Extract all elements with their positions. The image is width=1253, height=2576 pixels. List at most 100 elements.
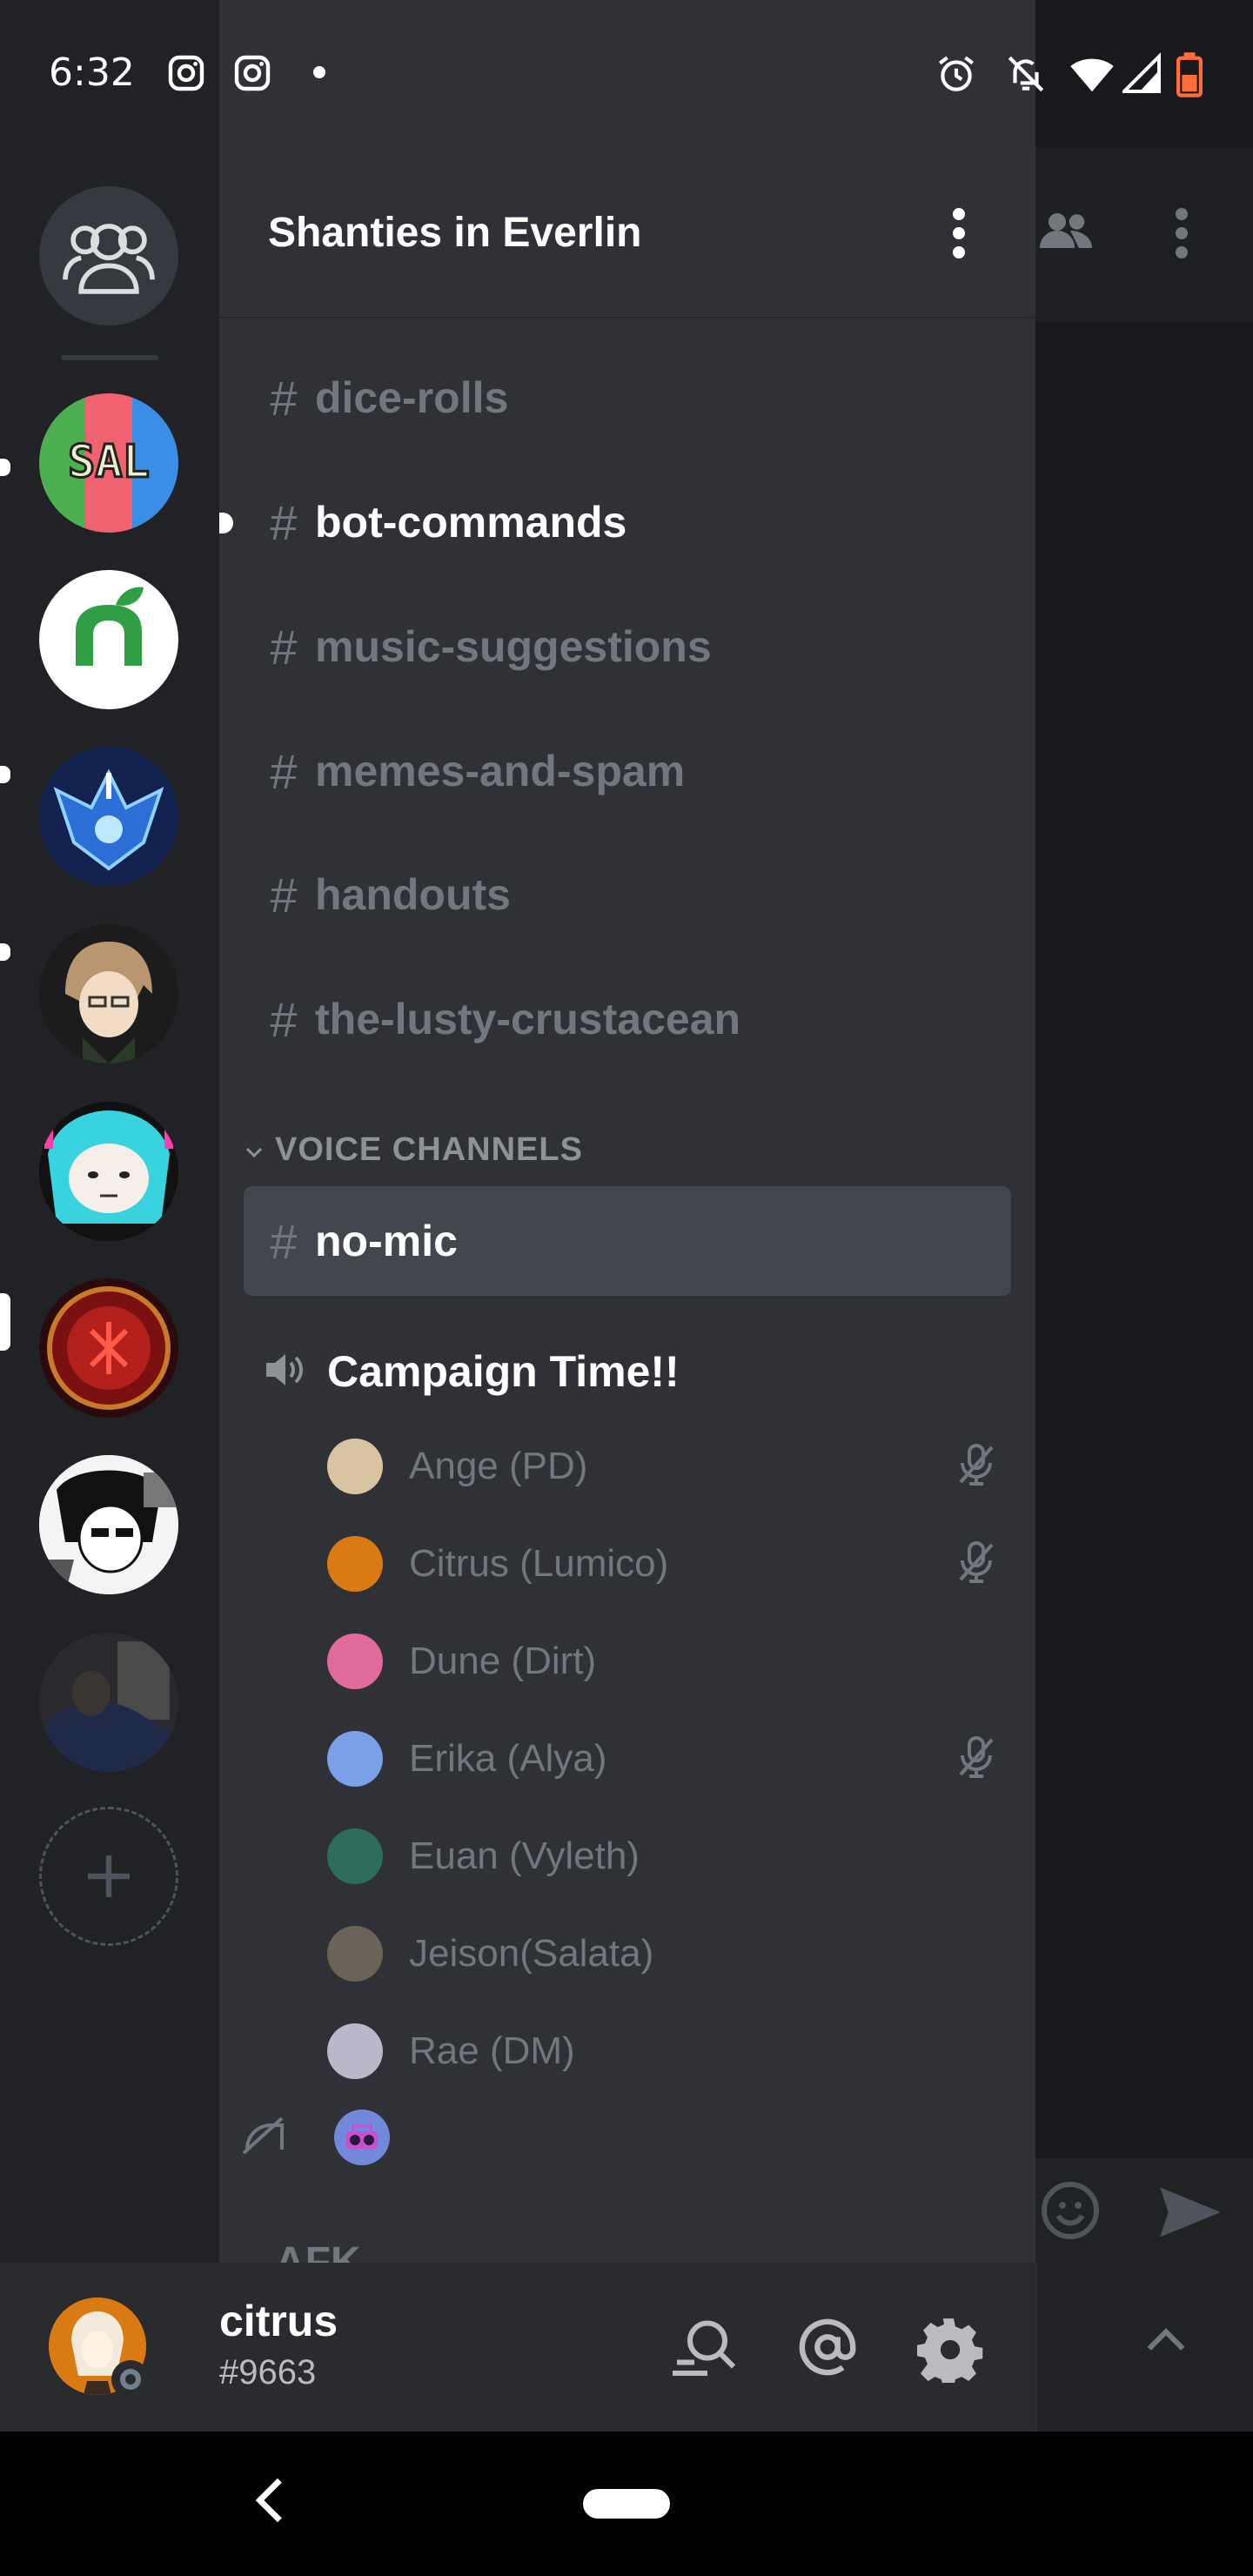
channel-label: handouts	[315, 870, 511, 919]
add-server-button[interactable]	[39, 1807, 178, 1946]
username: citrus	[219, 2297, 338, 2345]
category-voice-channels[interactable]: VOICE CHANNELS	[233, 1131, 583, 1169]
gear-icon[interactable]	[916, 2317, 983, 2388]
android-nav-bar	[0, 2432, 1253, 2576]
instagram-icon	[165, 52, 207, 98]
plus-icon	[88, 1855, 130, 1897]
hash-icon: #	[270, 1213, 298, 1269]
battery-icon	[1176, 52, 1203, 102]
category-afk-partial: AFK	[275, 2239, 361, 2263]
voice-channel-label: Campaign Time!!	[327, 1347, 680, 1396]
user-tag: #9663	[219, 2353, 317, 2392]
channel-dice-rolls[interactable]: # dice-rolls	[244, 343, 1011, 453]
instagram-icon	[231, 52, 273, 98]
channel-panel: Shanties in Everlin # dice-rolls # bot-c…	[219, 148, 1035, 2263]
message-input-bar	[1035, 2158, 1253, 2263]
voice-user-erika[interactable]: Erika (Alya)	[327, 1715, 1015, 1802]
hash-icon: #	[270, 370, 298, 426]
avatar	[327, 1536, 383, 1592]
chevron-down-icon	[233, 1137, 275, 1164]
server-icon-manga-girl[interactable]	[39, 1455, 178, 1594]
signal-icon	[1120, 52, 1161, 100]
rich-presence-off-icon	[240, 2115, 289, 2161]
avatar	[327, 1633, 383, 1689]
mic-muted-icon	[955, 1734, 997, 1784]
server-rail: SAL	[0, 148, 219, 2263]
channel-memes-and-spam[interactable]: # memes-and-spam	[244, 716, 1011, 826]
channel-no-mic[interactable]: # no-mic	[244, 1186, 1011, 1296]
hash-icon: #	[270, 991, 298, 1047]
send-icon[interactable]	[1157, 2184, 1223, 2244]
mic-muted-icon	[955, 1442, 997, 1492]
kebab-menu-icon[interactable]	[952, 207, 966, 264]
server-icon-photo[interactable]	[39, 1633, 178, 1772]
members-icon[interactable]	[1035, 209, 1096, 257]
hash-icon: #	[270, 867, 298, 922]
wifi-icon	[1069, 52, 1116, 100]
chat-area-peek	[1035, 148, 1253, 2263]
search-icon[interactable]	[670, 2317, 736, 2382]
channel-label: the-lusty-crustacean	[315, 995, 741, 1043]
category-label: VOICE CHANNELS	[275, 1131, 583, 1168]
voice-user-name: Rae (DM)	[409, 2029, 575, 2072]
server-icon-anime-boy[interactable]	[39, 924, 178, 1063]
avatar	[327, 1731, 383, 1787]
chevron-up-icon[interactable]	[1145, 2327, 1187, 2358]
channel-handouts[interactable]: # handouts	[244, 840, 1011, 949]
svg-text:SAL: SAL	[68, 436, 150, 488]
server-icon-blue-crest[interactable]	[39, 747, 178, 886]
friends-icon	[63, 224, 155, 294]
voice-user-ange[interactable]: Ange (PD)	[327, 1423, 1015, 1510]
channel-the-lusty-crustacean[interactable]: # the-lusty-crustacean	[244, 964, 1011, 1074]
selected-server-indicator	[0, 1293, 10, 1351]
status-indicator	[111, 2360, 150, 2398]
hash-icon: #	[270, 494, 298, 550]
voice-user-name: Citrus (Lumico)	[409, 1542, 669, 1585]
channel-label: dice-rolls	[315, 373, 509, 422]
voice-user-name: Euan (Vyleth)	[409, 1835, 640, 1877]
bell-off-icon	[1004, 52, 1048, 100]
channel-label: no-mic	[315, 1217, 458, 1265]
voice-channel-campaign-time[interactable]: Campaign Time!!	[244, 1319, 680, 1424]
channel-music-suggestions[interactable]: # music-suggestions	[244, 592, 1011, 701]
server-icon-red-sigil[interactable]	[39, 1278, 178, 1418]
home-pill[interactable]	[583, 2489, 670, 2519]
channel-label: music-suggestions	[315, 622, 712, 671]
channel-label: bot-commands	[315, 498, 627, 547]
alarm-icon	[935, 52, 978, 100]
home-friends-button[interactable]	[39, 186, 178, 325]
channel-label: memes-and-spam	[315, 747, 686, 795]
voice-user-euan[interactable]: Euan (Vyleth)	[327, 1813, 1015, 1900]
server-icon-sal[interactable]: SAL	[39, 393, 178, 533]
server-header[interactable]: Shanties in Everlin	[219, 148, 1035, 319]
status-time: 6:32	[49, 50, 135, 95]
kebab-menu-icon[interactable]	[1175, 207, 1189, 264]
avatar	[327, 1926, 383, 1982]
server-icon-teal-hair[interactable]	[39, 1102, 178, 1241]
voice-user-name: Ange (PD)	[409, 1445, 588, 1487]
back-icon[interactable]	[252, 2470, 287, 2535]
server-icon-leaf[interactable]	[39, 570, 178, 709]
voice-user-citrus[interactable]: Citrus (Lumico)	[327, 1520, 1015, 1607]
hash-icon: #	[270, 619, 298, 674]
unread-indicator	[0, 943, 10, 961]
chat-header	[1035, 148, 1253, 322]
voice-user-rae[interactable]: Rae (DM)	[327, 2008, 1015, 2095]
server-name: Shanties in Everlin	[268, 210, 642, 256]
rail-separator	[61, 355, 158, 360]
hash-icon: #	[270, 743, 298, 799]
avatar	[327, 1439, 383, 1494]
avatar	[327, 1828, 383, 1884]
channel-bot-commands[interactable]: # bot-commands	[219, 467, 1011, 577]
mentions-icon[interactable]	[797, 2317, 858, 2382]
boombox-icon	[334, 2110, 390, 2165]
notification-dot	[313, 66, 325, 78]
voice-user-dune[interactable]: Dune (Dirt)	[327, 1618, 1015, 1705]
voice-user-name: Erika (Alya)	[409, 1737, 607, 1780]
voice-activity-row	[240, 2094, 390, 2181]
voice-user-jeison[interactable]: Jeison(Salata)	[327, 1910, 1015, 1997]
avatar	[327, 2023, 383, 2079]
emoji-icon[interactable]	[1039, 2179, 1102, 2246]
voice-user-name: Jeison(Salata)	[409, 1932, 654, 1975]
unread-indicator	[0, 766, 10, 783]
